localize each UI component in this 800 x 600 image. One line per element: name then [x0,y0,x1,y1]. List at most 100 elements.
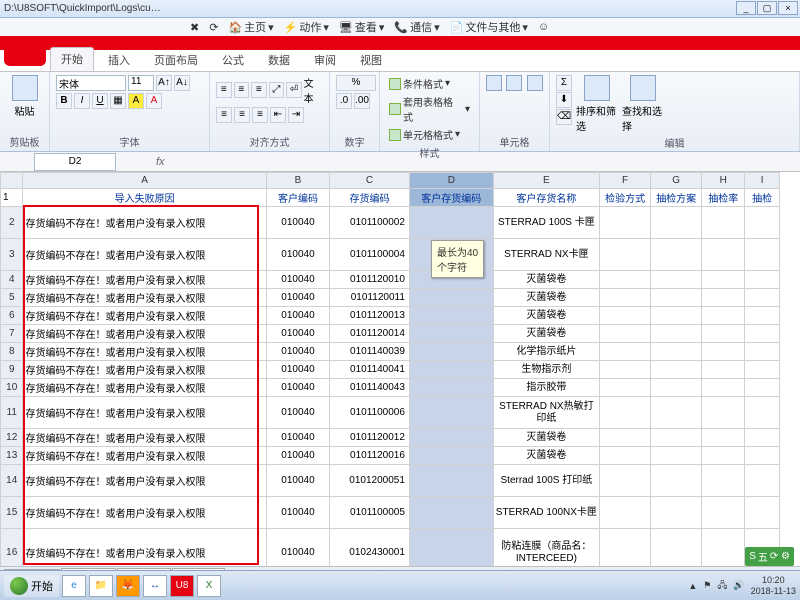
cell[interactable]: 防粘连膜（商品名：INTERCEED) [493,529,599,567]
tm-home[interactable]: 🏠 主页 ▾ [228,19,273,35]
tm-refresh-icon[interactable]: ⟳ [209,21,218,34]
cell[interactable]: 0101120012 [330,429,410,447]
cell[interactable]: 存货编码不存在！或者用户没有录入权限 [23,497,266,529]
cell[interactable] [745,207,780,239]
cell[interactable] [745,361,780,379]
cell[interactable] [600,207,651,239]
border-btn[interactable]: ▦ [110,93,126,109]
tray-chevron-icon[interactable]: ▲ [688,581,697,591]
align-center-btn[interactable]: ≡ [234,107,250,123]
cell[interactable] [409,429,493,447]
cell[interactable] [651,239,702,271]
cell[interactable] [745,429,780,447]
fx-icon[interactable]: fx [156,156,165,168]
cell[interactable] [600,447,651,465]
cell[interactable]: 010040 [266,343,329,361]
cell[interactable] [702,497,745,529]
row-header[interactable]: 8 [1,343,23,361]
cell[interactable] [745,379,780,397]
tm-files[interactable]: 📄 文件与其他 ▾ [450,19,528,35]
indent-inc-btn[interactable]: ⇥ [288,107,304,123]
shrink-font-btn[interactable]: A↓ [174,75,190,91]
cell[interactable]: 存货编码不存在！或者用户没有录入权限 [23,397,266,429]
col-header-G[interactable]: G [651,173,702,189]
cell[interactable] [409,325,493,343]
cell[interactable] [600,325,651,343]
row-header[interactable]: 14 [1,465,23,497]
font-color-btn[interactable]: A [146,93,162,109]
tm-comm[interactable]: 📞 通信 ▾ [394,19,439,35]
cell[interactable] [600,343,651,361]
cell[interactable]: 存货编码不存在！或者用户没有录入权限 [23,325,266,343]
cell[interactable]: 010040 [266,379,329,397]
tray-volume-icon[interactable]: 🔊 [733,580,744,591]
tab-view[interactable]: 视图 [350,49,392,71]
cell[interactable] [745,239,780,271]
font-size-select[interactable]: 11 [128,75,154,91]
orient-btn[interactable]: ⤢ [269,82,285,98]
cell[interactable]: STERRAD 100NX卡匣 [493,497,599,529]
cell[interactable]: 0101100002 [330,207,410,239]
cell[interactable] [600,271,651,289]
cell[interactable] [651,343,702,361]
paste-button[interactable]: 粘贴 [6,75,43,118]
cell[interactable]: 灭菌袋卷 [493,307,599,325]
cell[interactable]: 0101120016 [330,447,410,465]
tab-review[interactable]: 审阅 [304,49,346,71]
cell[interactable]: 存货编码不存在！或者用户没有录入权限 [23,307,266,325]
row-header[interactable]: 4 [1,271,23,289]
cell[interactable] [651,497,702,529]
tab-formula[interactable]: 公式 [212,49,254,71]
cell[interactable] [409,343,493,361]
cell[interactable] [600,307,651,325]
cell[interactable]: 存货编码不存在！或者用户没有录入权限 [23,271,266,289]
align-mid-btn[interactable]: ≡ [234,82,250,98]
sort-filter-btn[interactable]: 排序和筛选 [576,75,618,133]
cell[interactable] [651,207,702,239]
align-left-btn[interactable]: ≡ [216,107,232,123]
cell[interactable] [745,465,780,497]
cell[interactable] [702,361,745,379]
col-header-F[interactable]: F [600,173,651,189]
select-all[interactable] [1,173,23,189]
cell[interactable] [409,465,493,497]
cell[interactable]: STERRAD NX热敏打印纸 [493,397,599,429]
underline-btn[interactable]: U [92,93,108,109]
field-header[interactable]: 存货编码 [330,189,410,207]
cell[interactable]: 0101120014 [330,325,410,343]
cell[interactable] [651,307,702,325]
cell[interactable] [409,447,493,465]
field-header[interactable]: 导入失败原因 [23,189,266,207]
cell[interactable]: STERRAD NX卡匣 [493,239,599,271]
row-header[interactable]: 7 [1,325,23,343]
col-header-H[interactable]: H [702,173,745,189]
cell[interactable]: 0101140041 [330,361,410,379]
cell[interactable] [651,325,702,343]
row-header[interactable]: 12 [1,429,23,447]
cell[interactable] [745,289,780,307]
cell[interactable] [600,529,651,567]
col-header-A[interactable]: A [23,173,266,189]
align-bot-btn[interactable]: ≡ [251,82,267,98]
col-header-C[interactable]: C [330,173,410,189]
cell[interactable] [702,465,745,497]
cell[interactable]: Sterrad 100S 打印纸 [493,465,599,497]
cell[interactable] [745,325,780,343]
cell[interactable]: 010040 [266,239,329,271]
row-header[interactable]: 6 [1,307,23,325]
cell[interactable] [702,429,745,447]
cell[interactable] [702,289,745,307]
cell[interactable] [745,271,780,289]
taskbar-clock[interactable]: 10:202018-11-13 [751,575,796,597]
cell[interactable] [651,289,702,307]
cell[interactable]: 存货编码不存在！或者用户没有录入权限 [23,207,266,239]
cell[interactable]: 010040 [266,207,329,239]
align-top-btn[interactable]: ≡ [216,82,232,98]
autosum-btn[interactable]: Σ [556,75,572,91]
cell[interactable] [409,307,493,325]
cond-format-btn[interactable]: 条件格式▾ [386,75,453,92]
cell[interactable] [745,307,780,325]
fill-color-btn[interactable]: A [128,93,144,109]
cell[interactable] [600,239,651,271]
row-header[interactable]: 16 [1,529,23,567]
